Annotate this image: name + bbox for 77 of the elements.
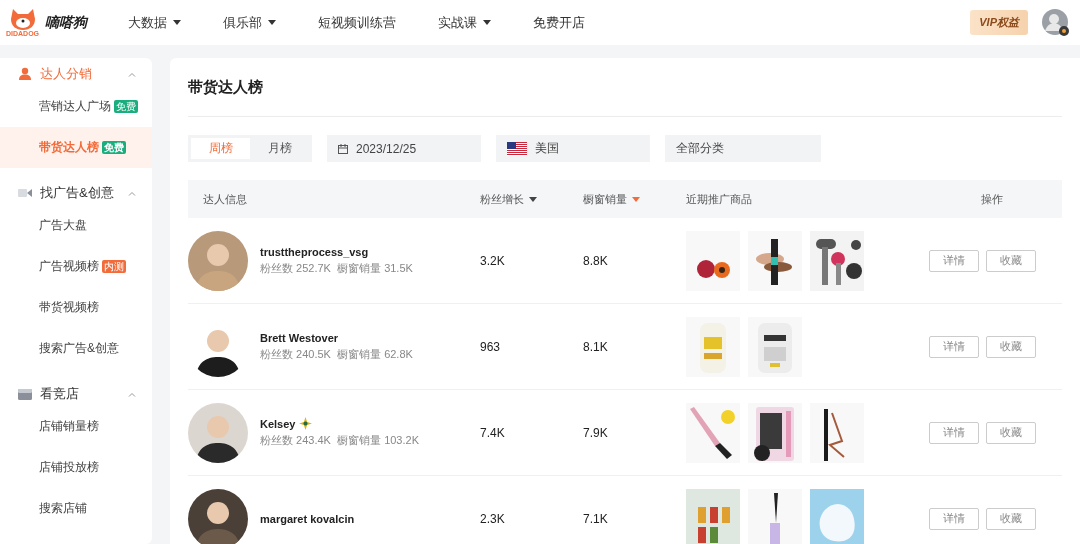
person-icon xyxy=(18,67,32,81)
details-button[interactable]: 详情 xyxy=(928,335,979,358)
sidebar-item[interactable]: 店铺投放榜 xyxy=(0,447,152,488)
group-label: 看竞店 xyxy=(40,385,80,403)
sidebar-item[interactable]: 广告大盘 xyxy=(0,205,152,246)
sidebar-item[interactable]: 广告视频榜 内测 xyxy=(0,246,152,287)
avatar xyxy=(188,488,248,544)
sidebar-item[interactable]: 营销达人广场 免费 xyxy=(0,86,152,127)
item-label: 店铺销量榜 xyxy=(39,418,99,435)
sidebar-group[interactable]: 看竞店 xyxy=(0,382,152,406)
favorite-button[interactable]: 收藏 xyxy=(985,335,1036,358)
details-button[interactable]: 详情 xyxy=(928,249,979,272)
item-label: 搜索广告&创意 xyxy=(39,340,119,357)
item-label: 店铺投放榜 xyxy=(39,459,99,476)
item-badge: 免费 xyxy=(114,100,138,113)
column-header[interactable]: 粉丝增长 xyxy=(480,191,583,207)
item-label: 广告视频榜 xyxy=(39,258,99,275)
creator-stats: 粉丝数 252.7K 橱窗销量 31.5K xyxy=(260,260,413,276)
page-title: 带货达人榜 xyxy=(188,78,1062,117)
creator-name[interactable]: Brett Westover xyxy=(260,331,339,344)
window-sales: 7.1K xyxy=(583,511,609,526)
nav-item[interactable]: 免费开店 xyxy=(533,13,585,32)
item-badge: 内测 xyxy=(102,260,126,273)
user-avatar[interactable] xyxy=(1042,8,1070,37)
chevron-icon xyxy=(128,190,136,196)
column-header: 操作 xyxy=(980,191,1004,207)
logo-name: 嘀嗒狗 xyxy=(45,13,88,32)
nav-item[interactable]: 实战课 xyxy=(438,13,491,32)
window-sales: 7.9K xyxy=(583,425,609,440)
favorite-button[interactable]: 收藏 xyxy=(985,421,1036,444)
nav-item[interactable]: 俱乐部 xyxy=(223,13,276,32)
fan-growth: 3.2K xyxy=(480,253,506,268)
creator-name[interactable]: margaret kovalcin xyxy=(260,512,355,525)
item-label: 营销达人广场 xyxy=(39,98,111,115)
category-select[interactable]: 全部分类 xyxy=(665,135,821,162)
column-header[interactable]: 橱窗销量 xyxy=(583,191,686,207)
sidebar-item[interactable]: 带货视频榜 xyxy=(0,287,152,328)
details-button[interactable]: 详情 xyxy=(928,507,979,530)
group-label: 达人分销 xyxy=(40,65,93,83)
country-select[interactable]: 美国 xyxy=(496,135,650,162)
period-tab[interactable]: 月榜 xyxy=(250,138,309,159)
details-button[interactable]: 详情 xyxy=(928,421,979,444)
creator-name[interactable]: trusttheprocess_vsg xyxy=(260,245,369,258)
calendar-icon xyxy=(338,143,348,154)
nav-item[interactable]: 短视频训练营 xyxy=(318,13,396,32)
fan-growth: 963 xyxy=(480,339,502,354)
creator-stats: 粉丝数 240.5K 橱窗销量 62.8K xyxy=(260,346,413,362)
sidebar-item[interactable]: 店铺销量榜 xyxy=(0,406,152,447)
country-value: 美国 xyxy=(535,140,559,157)
fan-growth: 7.4K xyxy=(480,425,506,440)
window-sales: 8.1K xyxy=(583,339,609,354)
vip-button[interactable]: VIP权益 xyxy=(970,10,1028,35)
item-badge: 免费 xyxy=(102,141,126,154)
item-label: 带货达人榜 xyxy=(39,139,99,156)
sidebar-item[interactable]: 搜索广告&创意 xyxy=(0,328,152,369)
video-icon xyxy=(18,188,32,198)
flag-icon xyxy=(507,141,527,156)
group-label: 找广告&创意 xyxy=(40,184,115,202)
column-header: 近期推广商品 xyxy=(686,191,753,207)
sidebar-group[interactable]: 找广告&创意 xyxy=(0,181,152,205)
favorite-button[interactable]: 收藏 xyxy=(985,507,1036,530)
store-icon xyxy=(18,388,32,400)
item-label: 广告大盘 xyxy=(39,217,87,234)
nav-item[interactable]: 大数据 xyxy=(128,13,181,32)
column-header: 达人信息 xyxy=(203,191,248,207)
creator-name[interactable]: Kelsey xyxy=(260,417,296,430)
sidebar-item[interactable]: 搜索店铺 xyxy=(0,488,152,529)
chevron-icon xyxy=(128,71,136,77)
item-label: 搜索店铺 xyxy=(39,500,87,517)
window-sales: 8.8K xyxy=(583,253,609,268)
favorite-button[interactable]: 收藏 xyxy=(985,249,1036,272)
creator-stats: 粉丝数 243.4K 橱窗销量 103.2K xyxy=(260,433,419,448)
chevron-icon xyxy=(128,391,136,397)
date-picker[interactable]: 2023/12/25 xyxy=(327,135,481,162)
date-value: 2023/12/25 xyxy=(356,141,417,156)
item-label: 带货视频榜 xyxy=(39,299,99,316)
fan-growth: 2.3K xyxy=(480,511,506,526)
